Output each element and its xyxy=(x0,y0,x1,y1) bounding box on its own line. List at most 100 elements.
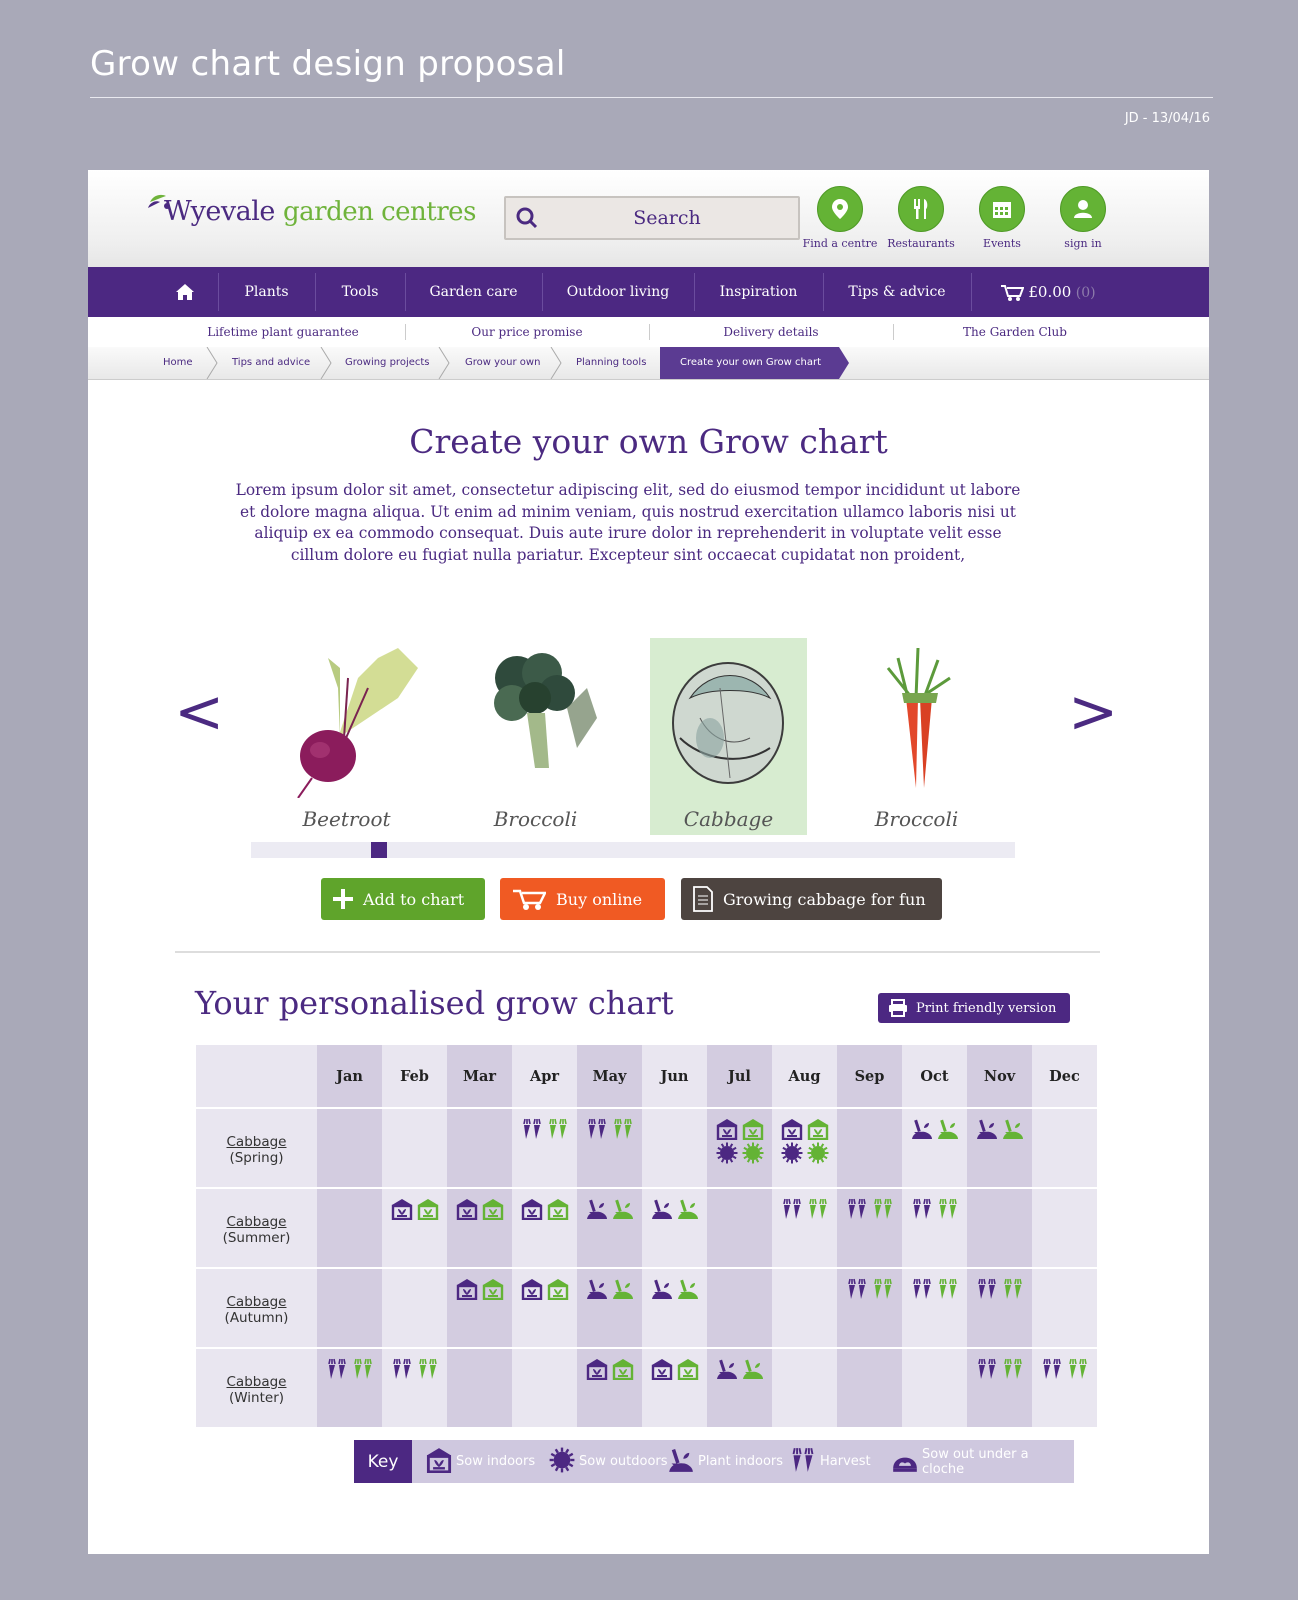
harvest-icon xyxy=(872,1278,894,1300)
plant-card-beetroot[interactable]: Beetroot xyxy=(268,638,425,835)
buy-online-button[interactable]: Buy online xyxy=(500,878,665,920)
intro-text: Lorem ipsum dolor sit amet, consectetur … xyxy=(235,481,1021,564)
restaurants-link[interactable]: Restaurants xyxy=(881,186,961,250)
month-cell xyxy=(837,1107,902,1188)
subnav-price-promise[interactable]: Our price promise xyxy=(405,317,649,347)
subnav-garden-club[interactable]: The Garden Club xyxy=(893,317,1137,347)
harvest-icon xyxy=(1002,1358,1024,1380)
doc-rule xyxy=(90,97,1213,98)
sow-indoors-icon xyxy=(521,1278,543,1300)
sign-in-link[interactable]: sign in xyxy=(1043,186,1123,250)
nav-item-inspiration[interactable]: Inspiration xyxy=(694,267,823,317)
carousel-next-button[interactable]: > xyxy=(1068,682,1118,742)
subnav-delivery-details[interactable]: Delivery details xyxy=(649,317,893,347)
plant-name: Broccoli xyxy=(874,807,959,831)
sow-indoors-icon xyxy=(807,1118,829,1140)
breadcrumb-separator-icon xyxy=(438,347,450,379)
grow-chart-row: Cabbage (Winter) xyxy=(196,1347,1097,1427)
month-header: Mar xyxy=(447,1045,512,1108)
sow-indoors-icon xyxy=(456,1198,478,1220)
sow-indoors-icon xyxy=(586,1358,608,1380)
sub-nav: Lifetime plant guarantee Our price promi… xyxy=(88,317,1209,348)
month-cell xyxy=(967,1267,1032,1348)
key-item-plant-indoors: Plant indoors xyxy=(668,1440,783,1483)
harvest-icon xyxy=(391,1358,413,1380)
nav-item-plants[interactable]: Plants xyxy=(218,267,315,317)
plant-indoors-icon xyxy=(911,1118,933,1140)
add-to-chart-button[interactable]: Add to chart xyxy=(321,878,485,920)
row-label: Cabbage (Autumn) xyxy=(196,1267,317,1348)
nav-item-tools[interactable]: Tools xyxy=(315,267,405,317)
grow-chart-table: Jan Feb Mar Apr May Jun Jul Aug Sep Oct … xyxy=(196,1045,1097,1427)
cabbage-illustration xyxy=(672,662,784,784)
harvest-icon xyxy=(976,1278,998,1300)
logo-tagline: garden centres xyxy=(283,197,476,227)
corner-cell xyxy=(196,1045,317,1108)
find-centre-label: Find a centre xyxy=(802,237,878,250)
plant-link[interactable]: Cabbage xyxy=(197,1134,316,1150)
calendar-icon xyxy=(993,202,1011,218)
plant-indoors-icon xyxy=(612,1198,634,1220)
sow-indoors-icon xyxy=(521,1198,543,1220)
logo[interactable]: Wyevale garden centres xyxy=(146,192,486,232)
sow-outdoors-icon xyxy=(716,1142,738,1164)
plant-card-broccoli[interactable]: Broccoli xyxy=(457,638,614,835)
find-centre-link[interactable]: Find a centre xyxy=(800,186,880,250)
month-cell xyxy=(577,1347,642,1427)
events-link[interactable]: Events xyxy=(962,186,1042,250)
month-cell xyxy=(707,1107,772,1188)
nav-item-outdoor-living[interactable]: Outdoor living xyxy=(542,267,694,317)
month-cell xyxy=(512,1187,577,1268)
carrot-illustration xyxy=(886,647,951,788)
month-cell xyxy=(772,1107,837,1188)
breadcrumb-tips[interactable]: Tips and advice xyxy=(232,347,310,379)
month-cell xyxy=(577,1187,642,1268)
month-cell xyxy=(317,1187,382,1268)
nav-cart[interactable]: £0.00 (0) xyxy=(978,267,1118,317)
logo-brand: Wyevale xyxy=(164,196,275,227)
harvest-icon xyxy=(807,1198,829,1220)
sow-indoors-icon xyxy=(547,1278,569,1300)
print-button[interactable]: Print friendly version xyxy=(878,993,1070,1023)
harvest-icon xyxy=(547,1118,569,1140)
key-icon xyxy=(426,1447,456,1477)
grow-chart-row: Cabbage (Autumn) xyxy=(196,1267,1097,1348)
harvest-icon xyxy=(937,1198,959,1220)
nav-item-garden-care[interactable]: Garden care xyxy=(405,267,542,317)
carousel-prev-button[interactable]: < xyxy=(174,682,224,742)
plant-link[interactable]: Cabbage xyxy=(197,1294,316,1310)
nav-item-tips-advice[interactable]: Tips & advice xyxy=(823,267,971,317)
harvest-icon xyxy=(352,1358,374,1380)
sow-indoors-icon xyxy=(781,1118,803,1140)
month-cell xyxy=(447,1347,512,1427)
printer-icon xyxy=(889,999,907,1017)
carousel-scrollbar[interactable] xyxy=(251,842,1015,858)
month-cell xyxy=(1032,1187,1097,1268)
harvest-icon xyxy=(911,1278,933,1300)
breadcrumb-current: Create your own Grow chart xyxy=(660,347,849,379)
cart-icon xyxy=(1001,285,1025,301)
wheelbarrow-icon xyxy=(513,889,546,910)
plant-link[interactable]: Cabbage xyxy=(197,1374,316,1390)
key-item-harvest: Harvest xyxy=(790,1440,871,1483)
key-item-sow-outdoors: Sow outdoors xyxy=(549,1440,668,1483)
plant-card-carrot[interactable]: Broccoli xyxy=(838,638,995,835)
plant-indoors-icon xyxy=(742,1358,764,1380)
month-cell xyxy=(642,1187,707,1268)
breadcrumb-planning[interactable]: Planning tools xyxy=(576,347,646,379)
month-cell xyxy=(382,1107,447,1188)
breadcrumb-projects[interactable]: Growing projects xyxy=(345,347,430,379)
plant-card-cabbage[interactable]: Cabbage xyxy=(650,638,807,835)
month-cell xyxy=(317,1107,382,1188)
breadcrumb-grow-own[interactable]: Grow your own xyxy=(465,347,540,379)
sow-indoors-icon xyxy=(417,1198,439,1220)
harvest-icon xyxy=(521,1118,543,1140)
variety-label: (Spring) xyxy=(229,1150,284,1166)
plant-link[interactable]: Cabbage xyxy=(197,1214,316,1230)
growing-guide-button[interactable]: Growing cabbage for fun xyxy=(681,878,942,920)
nav-home[interactable] xyxy=(166,267,204,317)
carousel-scroll-thumb[interactable] xyxy=(371,842,387,858)
search-box[interactable]: Search xyxy=(504,196,800,240)
breadcrumb-home[interactable]: Home xyxy=(163,347,193,379)
row-label: Cabbage (Spring) xyxy=(196,1107,317,1188)
